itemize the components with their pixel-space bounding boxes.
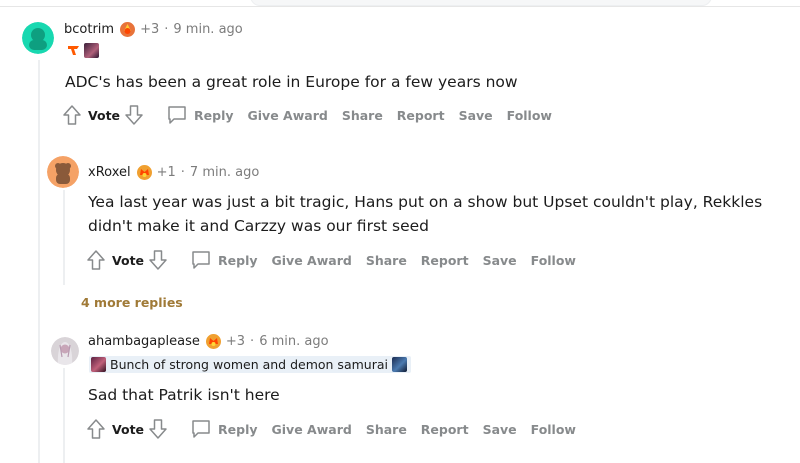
thread-line[interactable]	[63, 190, 65, 285]
timestamp[interactable]: 6 min. ago	[259, 334, 328, 349]
vote-label: Vote	[112, 252, 145, 268]
timestamp[interactable]: 7 min. ago	[190, 165, 259, 180]
reply-button[interactable]: Reply	[190, 249, 258, 271]
share-button[interactable]: Share	[366, 422, 407, 437]
reply-button[interactable]: Reply	[166, 104, 234, 126]
vote-label: Vote	[88, 107, 121, 123]
flair-text: Bunch of strong women and demon samurai	[110, 357, 388, 372]
search-bar-edge[interactable]	[250, 0, 712, 6]
more-replies-link[interactable]: 4 more replies	[81, 295, 183, 310]
follow-button[interactable]: Follow	[531, 253, 576, 268]
share-button[interactable]: Share	[342, 108, 383, 123]
award-icon[interactable]	[205, 333, 221, 349]
reply-icon	[192, 251, 210, 269]
comment-body-line: Yea last year was just a bit tragic, Han…	[88, 193, 763, 211]
upvote-arrow-icon[interactable]	[86, 418, 106, 440]
reply-button[interactable]: Reply	[190, 418, 258, 440]
report-button[interactable]: Report	[421, 253, 469, 268]
thread-line[interactable]	[63, 368, 65, 463]
upvote-arrow-icon[interactable]	[62, 104, 82, 126]
upvote-arrow-icon[interactable]	[86, 249, 106, 271]
flair-box: Bunch of strong women and demon samurai	[89, 356, 411, 373]
award-count: +3	[225, 333, 246, 349]
report-button[interactable]: Report	[397, 108, 445, 123]
comment-body: ADC's has been a great role in Europe fo…	[65, 73, 518, 91]
username[interactable]: xRoxel	[88, 165, 131, 180]
reply-label: Reply	[218, 421, 258, 437]
separator: ·	[164, 21, 169, 37]
follow-button[interactable]: Follow	[507, 108, 552, 123]
save-button[interactable]: Save	[459, 108, 493, 123]
save-button[interactable]: Save	[483, 253, 517, 268]
award-count: +3	[140, 21, 160, 37]
username[interactable]: ahambagaplease	[88, 334, 200, 349]
username[interactable]: bcotrim	[64, 22, 114, 37]
reply-label: Reply	[218, 252, 258, 268]
separator: ·	[180, 164, 185, 180]
thread-line[interactable]	[38, 60, 40, 463]
comment-body: Sad that Patrik isn't here	[88, 386, 280, 404]
reply-icon	[192, 420, 210, 438]
avatar[interactable]	[47, 156, 79, 188]
user-flair	[66, 43, 99, 58]
reply-label: Reply	[194, 107, 234, 123]
vote-label: Vote	[112, 421, 145, 437]
fnatic-logo-icon	[66, 43, 81, 58]
report-button[interactable]: Report	[421, 422, 469, 437]
champion-portrait-icon	[84, 43, 99, 58]
give-award-button[interactable]: Give Award	[248, 108, 328, 123]
user-flair: Bunch of strong women and demon samurai	[89, 356, 411, 373]
downvote-arrow-icon[interactable]	[124, 104, 144, 126]
samurai-portrait-icon	[391, 357, 407, 372]
comment-meta: bcotrim +3 · 9 min. ago	[64, 21, 243, 37]
reply-icon	[168, 106, 186, 124]
timestamp[interactable]: 9 min. ago	[173, 22, 242, 37]
top-bar	[0, 0, 800, 7]
award-icon[interactable]	[119, 21, 136, 37]
comment-actions: Vote Reply Give Award Share Report Save …	[86, 249, 576, 271]
avatar[interactable]	[51, 337, 79, 365]
award-icon[interactable]	[136, 164, 152, 180]
downvote-arrow-icon[interactable]	[148, 418, 168, 440]
comment-body-line: didn't make it and Carzzy was our first …	[88, 217, 430, 235]
champion-portrait-icon	[91, 357, 106, 372]
comment-actions: Vote Reply Give Award Share Report Save …	[62, 104, 552, 126]
follow-button[interactable]: Follow	[531, 422, 576, 437]
separator: ·	[250, 333, 255, 349]
share-button[interactable]: Share	[366, 253, 407, 268]
comment-meta: ahambagaplease +3 · 6 min. ago	[88, 333, 329, 349]
avatar[interactable]	[22, 22, 54, 54]
save-button[interactable]: Save	[483, 422, 517, 437]
downvote-arrow-icon[interactable]	[148, 249, 168, 271]
give-award-button[interactable]: Give Award	[272, 253, 352, 268]
comment-actions: Vote Reply Give Award Share Report Save …	[86, 418, 576, 440]
comment-meta: xRoxel +1 · 7 min. ago	[88, 164, 259, 180]
give-award-button[interactable]: Give Award	[272, 422, 352, 437]
award-count: +1	[156, 164, 176, 180]
